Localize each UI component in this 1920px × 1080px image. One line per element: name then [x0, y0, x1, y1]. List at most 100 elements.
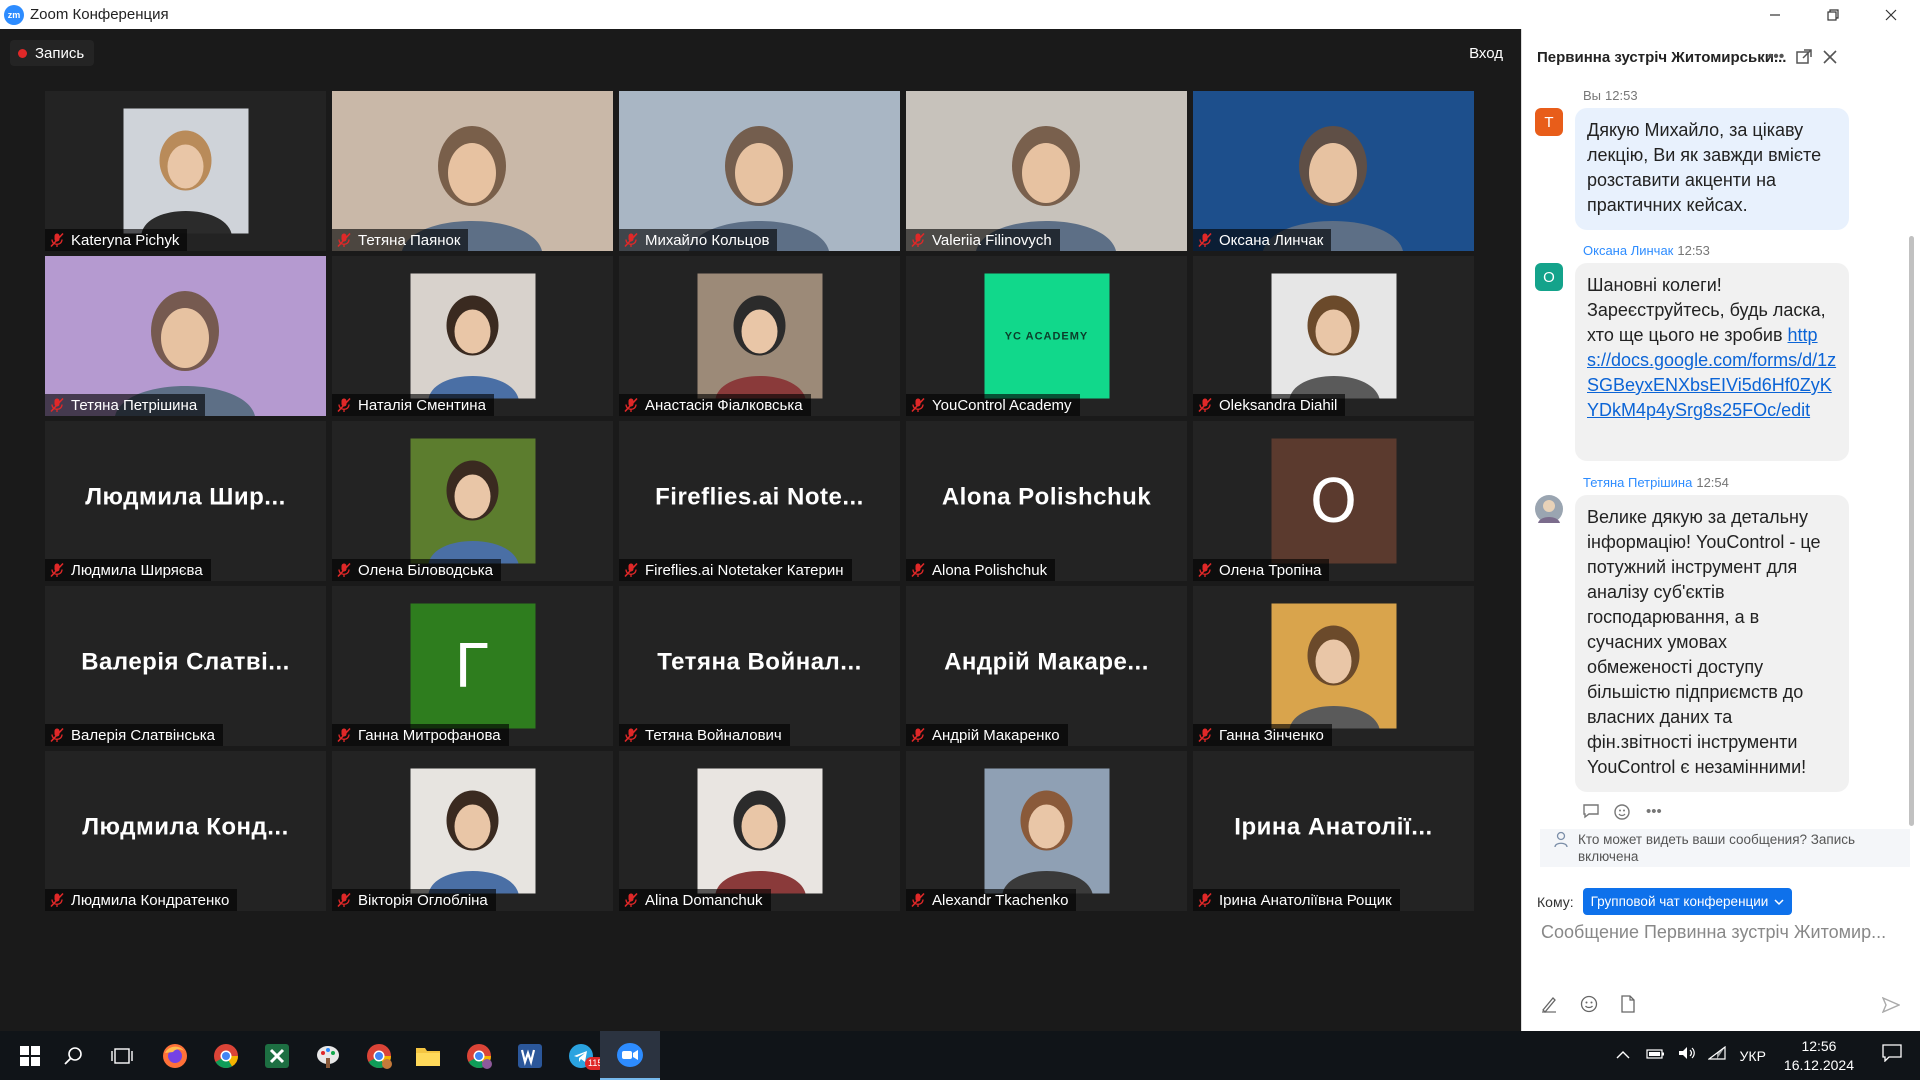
participant-name-label: Oleksandra Diahil — [1193, 394, 1346, 416]
participant-tile[interactable]: Валерія Слатві... Валерія Слатвінська — [45, 586, 326, 746]
minimize-button[interactable] — [1746, 0, 1804, 29]
participant-tile[interactable]: Наталія Сментина — [332, 256, 613, 416]
participant-tile[interactable]: YC ACADEMY YouControl Academy — [906, 256, 1187, 416]
chat-title: Первинна зустріч Житомирськи... — [1537, 48, 1787, 66]
close-chat-icon[interactable] — [1820, 47, 1840, 67]
taskbar-zoom-icon[interactable] — [600, 1031, 660, 1080]
participant-name-label: Олена Тропіна — [1193, 559, 1330, 581]
message-time: 12:53 — [1677, 243, 1710, 258]
participant-name: Alina Domanchuk — [645, 891, 763, 909]
emoji-icon[interactable] — [1580, 995, 1598, 1018]
muted-mic-icon — [910, 727, 932, 743]
participant-tile[interactable]: Alina Domanchuk — [619, 751, 900, 911]
restore-button[interactable] — [1804, 0, 1862, 29]
participant-tile[interactable]: Alexandr Tkachenko — [906, 751, 1187, 911]
message-time: 12:53 — [1605, 88, 1638, 103]
recipient-label: Кому: — [1537, 893, 1574, 910]
participant-tile[interactable]: Людмила Шир... Людмила Ширяєва — [45, 421, 326, 581]
taskbar-task-view-icon[interactable] — [92, 1031, 152, 1080]
participant-tile[interactable]: Тетяна Паянок — [332, 91, 613, 251]
participant-name: Alona Polishchuk — [932, 561, 1048, 579]
volume-icon[interactable] — [1678, 1046, 1696, 1065]
participant-tile[interactable]: Fireflies.ai Note... Fireflies.ai Notetak… — [619, 421, 900, 581]
reply-icon[interactable] — [1582, 803, 1600, 825]
participant-tile[interactable]: Людмила Конд... Людмила Кондратенко — [45, 751, 326, 911]
taskbar: УКР 12:56 16.12.2024 115 — [0, 1031, 1920, 1080]
participant-tile[interactable]: Олена Біловодська — [332, 421, 613, 581]
privacy-notice[interactable]: Кто может видеть ваши сообщения? Запись … — [1540, 829, 1910, 867]
battery-icon[interactable] — [1645, 1047, 1666, 1065]
close-window-button[interactable] — [1862, 0, 1920, 29]
notifications-icon[interactable] — [1882, 1044, 1902, 1067]
chevron-up-icon[interactable] — [1616, 1047, 1630, 1065]
message-bubble: Дякую Михайло, за цікаву лекцію, Ви як з… — [1575, 108, 1849, 230]
participant-display-name: Fireflies.ai Note... — [655, 483, 864, 511]
participant-tile[interactable]: Valeriia Filinovych — [906, 91, 1187, 251]
participant-tile[interactable]: Оксана Линчак — [1193, 91, 1474, 251]
participant-name-label: Ірина Анатоліївна Рощик — [1193, 889, 1400, 911]
participant-display-name: Андрій Макаре... — [944, 648, 1149, 676]
participant-photo — [1271, 273, 1396, 399]
participant-tile[interactable]: Тетяна Войнал... Тетяна Войналович — [619, 586, 900, 746]
participant-tile[interactable]: Андрій Макаре... Андрій Макаренко — [906, 586, 1187, 746]
muted-mic-icon — [336, 397, 358, 413]
participant-tile[interactable]: Ірина Анатолії... Ірина Анатоліївна Рощик — [1193, 751, 1474, 911]
recording-indicator[interactable]: Запись — [10, 40, 95, 66]
participant-name-label: Valeriia Filinovych — [906, 229, 1060, 251]
more-options-icon[interactable]: ••• — [1766, 47, 1786, 67]
participant-initial-letter: О — [1309, 466, 1358, 536]
participant-photo — [697, 768, 822, 894]
participant-tile[interactable]: Alona Polishchuk Alona Polishchuk — [906, 421, 1187, 581]
clock-time: 12:56 — [1801, 1037, 1837, 1054]
exit-button[interactable]: Вход — [1469, 45, 1503, 62]
participant-name-label: Валерія Слатвінська — [45, 724, 224, 746]
language-indicator[interactable]: УКР — [1740, 1048, 1766, 1064]
participant-name: Ганна Митрофанова — [358, 726, 501, 744]
participant-photo — [1271, 603, 1396, 729]
participant-photo — [410, 273, 535, 399]
participant-tile[interactable]: О Олена Тропіна — [1193, 421, 1474, 581]
message-time: 12:54 — [1696, 475, 1729, 490]
participant-tile[interactable]: Михайло Кольцов — [619, 91, 900, 251]
participant-display-name: Людмила Шир... — [85, 483, 286, 511]
participant-name: Оксана Линчак — [1219, 231, 1324, 249]
message-sender[interactable]: Тетяна Петрішина — [1583, 475, 1692, 490]
participant-photo — [123, 108, 248, 234]
privacy-text: Кто может видеть ваши сообщения? Запись … — [1578, 832, 1856, 864]
participant-tile[interactable]: Kateryna Pichyk — [45, 91, 326, 251]
file-icon[interactable] — [1620, 995, 1636, 1018]
participant-tile[interactable]: Oleksandra Diahil — [1193, 256, 1474, 416]
system-tray: УКР 12:56 16.12.2024 — [1616, 1031, 1920, 1080]
participant-name: Тетяна Петрішина — [71, 396, 198, 414]
muted-mic-icon — [336, 892, 358, 908]
participant-name: Valeriia Filinovych — [932, 231, 1052, 249]
clock[interactable]: 12:56 16.12.2024 — [1784, 1037, 1854, 1075]
avatar — [1535, 495, 1563, 523]
format-text-icon[interactable] — [1540, 995, 1558, 1018]
muted-mic-icon — [623, 562, 645, 578]
recipient-select[interactable]: Групповой чат конференции — [1582, 888, 1793, 915]
message-sender: Вы — [1583, 88, 1602, 103]
send-icon[interactable] — [1878, 993, 1904, 1017]
participant-initial: Г — [410, 603, 535, 729]
more-icon[interactable]: ••• — [1646, 803, 1662, 825]
clock-date: 16.12.2024 — [1783, 1056, 1854, 1073]
participant-photo — [410, 768, 535, 894]
participant-tile[interactable]: Г Ганна Митрофанова — [332, 586, 613, 746]
participant-video — [906, 91, 1187, 251]
message-input[interactable]: Сообщение Первинна зустріч Житомир... — [1541, 922, 1903, 952]
participant-display-name: Людмила Конд... — [82, 813, 289, 841]
participant-tile[interactable]: Тетяна Петрішина — [45, 256, 326, 416]
message-sender[interactable]: Оксана Линчак — [1583, 243, 1673, 258]
network-icon[interactable] — [1706, 1045, 1726, 1065]
add-reaction-icon[interactable] — [1614, 803, 1632, 825]
participant-name-label: Ганна Митрофанова — [332, 724, 509, 746]
popout-icon[interactable] — [1794, 47, 1814, 67]
chat-scrollbar[interactable] — [1909, 236, 1914, 826]
participant-tile[interactable]: Ганна Зінченко — [1193, 586, 1474, 746]
muted-mic-icon — [49, 727, 71, 743]
participant-tile[interactable]: Анастасія Фіалковська — [619, 256, 900, 416]
recipient-value: Групповой чат конференции — [1590, 894, 1769, 909]
participant-tile[interactable]: Вікторія Оглобліна — [332, 751, 613, 911]
participant-display-name: Тетяна Войнал... — [657, 648, 862, 676]
